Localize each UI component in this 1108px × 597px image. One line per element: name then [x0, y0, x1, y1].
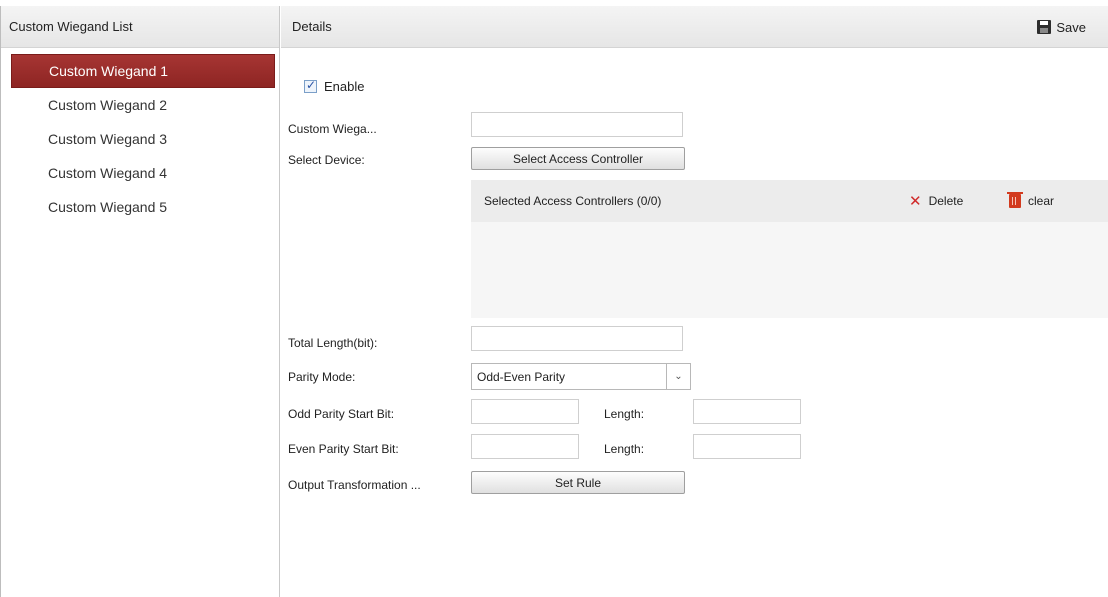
even-parity-start-bit-label: Even Parity Start Bit: — [288, 442, 399, 456]
details-panel: Details Save Enable Custom Wiega... Sele… — [281, 6, 1108, 597]
selected-access-controllers-header: Selected Access Controllers (0/0) ✕ Dele… — [471, 180, 1108, 222]
odd-parity-start-bit-label: Odd Parity Start Bit: — [288, 407, 395, 421]
parity-mode-value: Odd-Even Parity — [477, 369, 566, 384]
delete-x-icon: ✕ — [909, 192, 922, 210]
odd-length-input[interactable] — [693, 399, 801, 424]
custom-wiegand-name-label: Custom Wiega... — [288, 122, 377, 136]
list-item-custom-wiegand-1[interactable]: Custom Wiegand 1 — [11, 54, 275, 88]
total-length-input[interactable] — [471, 326, 683, 351]
selected-access-controllers-table: Selected Access Controllers (0/0) ✕ Dele… — [471, 180, 1108, 318]
list-item-custom-wiegand-3[interactable]: Custom Wiegand 3 — [11, 122, 275, 156]
chevron-down-icon[interactable]: ⌄ — [666, 364, 690, 389]
selected-access-controllers-title: Selected Access Controllers (0/0) — [484, 194, 662, 208]
list-item-custom-wiegand-2[interactable]: Custom Wiegand 2 — [11, 88, 275, 122]
custom-wiegand-list: Custom Wiegand 1 Custom Wiegand 2 Custom… — [1, 48, 279, 224]
list-panel-title: Custom Wiegand List — [9, 19, 133, 34]
enable-label: Enable — [324, 79, 365, 94]
odd-length-label: Length: — [604, 407, 645, 421]
parity-mode-label: Parity Mode: — [288, 370, 356, 384]
custom-wiegand-name-input[interactable] — [471, 112, 683, 137]
select-access-controller-button[interactable]: Select Access Controller — [471, 147, 685, 170]
odd-parity-start-bit-input[interactable] — [471, 399, 579, 424]
even-parity-start-bit-input[interactable] — [471, 434, 579, 459]
details-header: Details Save — [281, 6, 1108, 48]
set-rule-button[interactable]: Set Rule — [471, 471, 685, 494]
parity-mode-select[interactable]: Odd-Even Parity ⌄ — [471, 363, 691, 390]
total-length-label: Total Length(bit): — [288, 336, 378, 350]
details-title: Details — [292, 19, 332, 34]
clear-button[interactable]: clear — [1007, 180, 1055, 222]
list-item-custom-wiegand-4[interactable]: Custom Wiegand 4 — [11, 156, 275, 190]
clear-label: clear — [1028, 194, 1055, 208]
list-panel-header: Custom Wiegand List — [1, 6, 279, 48]
delete-label: Delete — [928, 194, 964, 208]
even-length-input[interactable] — [693, 434, 801, 459]
save-button[interactable]: Save — [1037, 6, 1086, 48]
enable-checkbox[interactable] — [304, 78, 317, 93]
delete-button[interactable]: ✕ Delete — [909, 180, 963, 222]
even-length-label: Length: — [604, 442, 645, 456]
list-item-custom-wiegand-5[interactable]: Custom Wiegand 5 — [11, 190, 275, 224]
save-icon — [1037, 20, 1052, 34]
custom-wiegand-list-panel: Custom Wiegand List Custom Wiegand 1 Cus… — [0, 6, 280, 597]
trash-icon — [1007, 192, 1023, 208]
output-transformation-label: Output Transformation ... — [288, 478, 421, 492]
selected-access-controllers-list — [471, 222, 1108, 318]
select-device-label: Select Device: — [288, 153, 365, 167]
enable-checkbox-row[interactable]: Enable — [304, 78, 365, 94]
save-label: Save — [1056, 19, 1086, 35]
